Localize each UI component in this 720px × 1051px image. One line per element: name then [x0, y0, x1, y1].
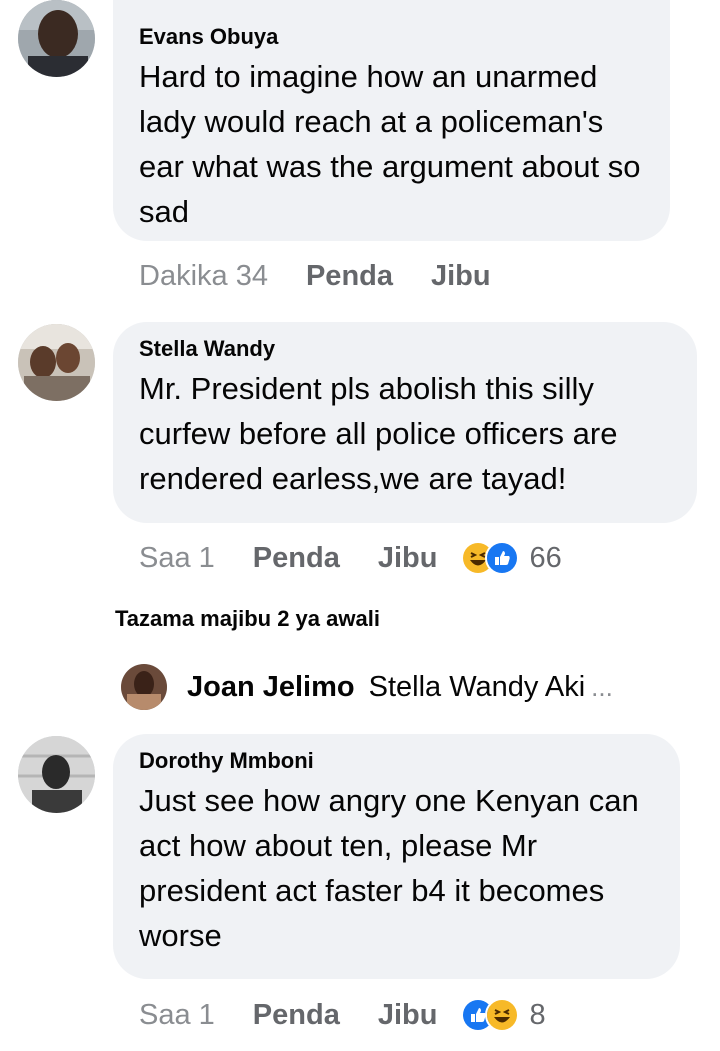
comment-actions: Dakika 34 Penda Jibu	[139, 257, 491, 295]
reactions-summary[interactable]: 8	[461, 998, 546, 1032]
reply-author[interactable]: Joan Jelimo	[187, 671, 355, 704]
avatar-stella-wandy[interactable]	[18, 324, 95, 401]
comment-author[interactable]: Stella Wandy	[139, 336, 671, 362]
comment-author[interactable]: Evans Obuya	[139, 24, 644, 50]
comment-timestamp[interactable]: Saa 1	[139, 542, 215, 575]
comment-text: Just see how angry one Kenyan can act ho…	[139, 783, 639, 953]
avatar-joan-jelimo[interactable]	[121, 664, 167, 710]
reply-preview[interactable]: Joan Jelimo Stella Wandy Aki ...	[121, 664, 613, 710]
comment-actions: Saa 1 Penda Jibu 8	[139, 996, 546, 1034]
reply-button[interactable]: Jibu	[378, 999, 438, 1032]
comment-bubble: Dorothy Mmboni Just see how angry one Ke…	[113, 734, 680, 979]
reactions-summary[interactable]: 66	[461, 541, 562, 575]
reaction-count: 8	[529, 998, 546, 1031]
view-previous-replies-link[interactable]: Tazama majibu 2 ya awali	[115, 606, 380, 632]
haha-reaction-icon	[485, 998, 520, 1032]
comment-text: Hard to imagine how an unarmed lady woul…	[139, 59, 641, 229]
reply-ellipsis: ...	[591, 671, 613, 702]
avatar-dorothy-mmboni[interactable]	[18, 736, 95, 813]
comment-bubble: Stella Wandy Mr. President pls abolish t…	[113, 322, 697, 523]
comment-timestamp[interactable]: Saa 1	[139, 999, 215, 1032]
comment-author[interactable]: Dorothy Mmboni	[139, 748, 654, 774]
like-button[interactable]: Penda	[253, 542, 340, 575]
reaction-count: 66	[529, 541, 562, 574]
comment-text: Mr. President pls abolish this silly cur…	[139, 371, 618, 496]
comment-timestamp[interactable]: Dakika 34	[139, 260, 268, 293]
like-reaction-icon	[485, 541, 520, 575]
avatar-evans-obuya[interactable]	[18, 0, 95, 77]
reply-button[interactable]: Jibu	[431, 260, 491, 293]
comments-thread: Evans Obuya Hard to imagine how an unarm…	[0, 0, 720, 1051]
reply-button[interactable]: Jibu	[378, 542, 438, 575]
comment-actions: Saa 1 Penda Jibu 66	[139, 539, 562, 577]
comment-bubble: Evans Obuya Hard to imagine how an unarm…	[113, 0, 670, 241]
reply-text: Stella Wandy Aki	[368, 670, 586, 703]
like-button[interactable]: Penda	[306, 260, 393, 293]
like-button[interactable]: Penda	[253, 999, 340, 1032]
